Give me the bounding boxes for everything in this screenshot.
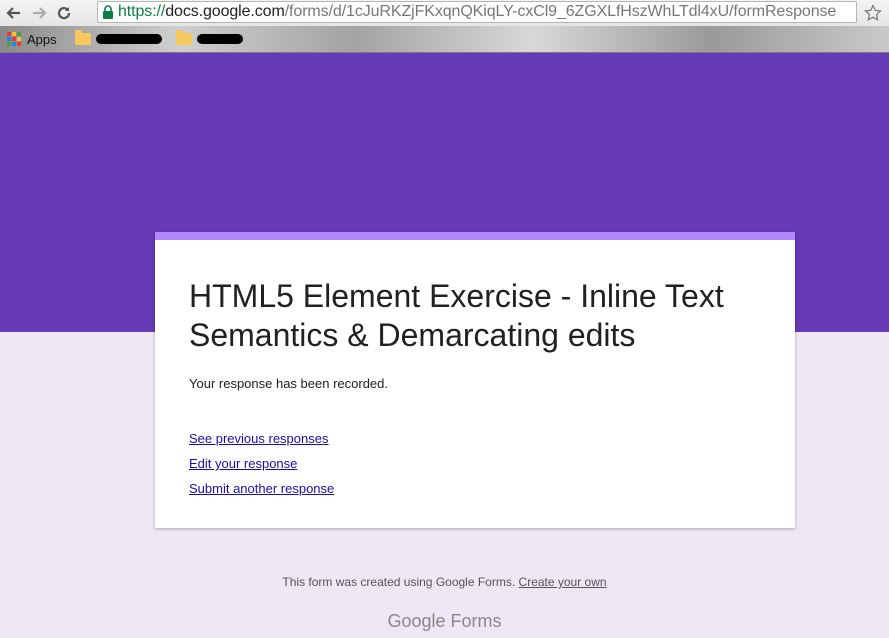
forward-button[interactable] (28, 2, 50, 24)
folder-icon (74, 30, 91, 45)
bookmarks-bar: Apps (0, 26, 889, 53)
brand-google: Google (387, 611, 446, 631)
apps-icon (7, 32, 21, 46)
lock-icon (102, 5, 114, 19)
folder-icon (175, 30, 192, 45)
back-arrow-icon (6, 7, 20, 19)
url-text: https://docs.google.com/forms/d/1cJuRKZj… (118, 3, 837, 20)
redacted-label (196, 34, 243, 44)
form-title: HTML5 Element Exercise - Inline Text Sem… (189, 278, 724, 353)
reload-icon (57, 6, 71, 20)
bookmark-folder-2[interactable] (175, 30, 243, 45)
reload-button[interactable] (53, 2, 75, 24)
address-bar[interactable]: https://docs.google.com/forms/d/1cJuRKZj… (97, 1, 857, 23)
browser-toolbar: https://docs.google.com/forms/d/1cJuRKZj… (0, 0, 889, 26)
response-links: See previous responses Edit your respons… (189, 426, 334, 501)
create-your-own-link[interactable]: Create your own (519, 575, 607, 589)
back-button[interactable] (3, 2, 25, 24)
bookmark-star-button[interactable] (861, 1, 885, 25)
google-forms-logo[interactable]: Google Forms (0, 611, 889, 632)
confirmation-message: Your response has been recorded. (189, 376, 388, 391)
footer-text: This form was created using Google Forms… (282, 575, 516, 589)
submit-another-response-link[interactable]: Submit another response (189, 476, 334, 501)
forward-arrow-icon (33, 7, 47, 19)
edit-response-link[interactable]: Edit your response (189, 451, 334, 476)
brand-forms: Forms (450, 611, 502, 631)
response-card: HTML5 Element Exercise - Inline Text Sem… (155, 232, 795, 528)
bookmark-apps-label: Apps (27, 31, 57, 47)
star-icon (864, 4, 882, 21)
redacted-label (95, 34, 162, 44)
footer-note: This form was created using Google Forms… (0, 575, 889, 589)
see-previous-responses-link[interactable]: See previous responses (189, 426, 334, 451)
bookmark-folder-1[interactable] (74, 30, 162, 45)
bookmark-apps[interactable]: Apps (7, 32, 57, 47)
